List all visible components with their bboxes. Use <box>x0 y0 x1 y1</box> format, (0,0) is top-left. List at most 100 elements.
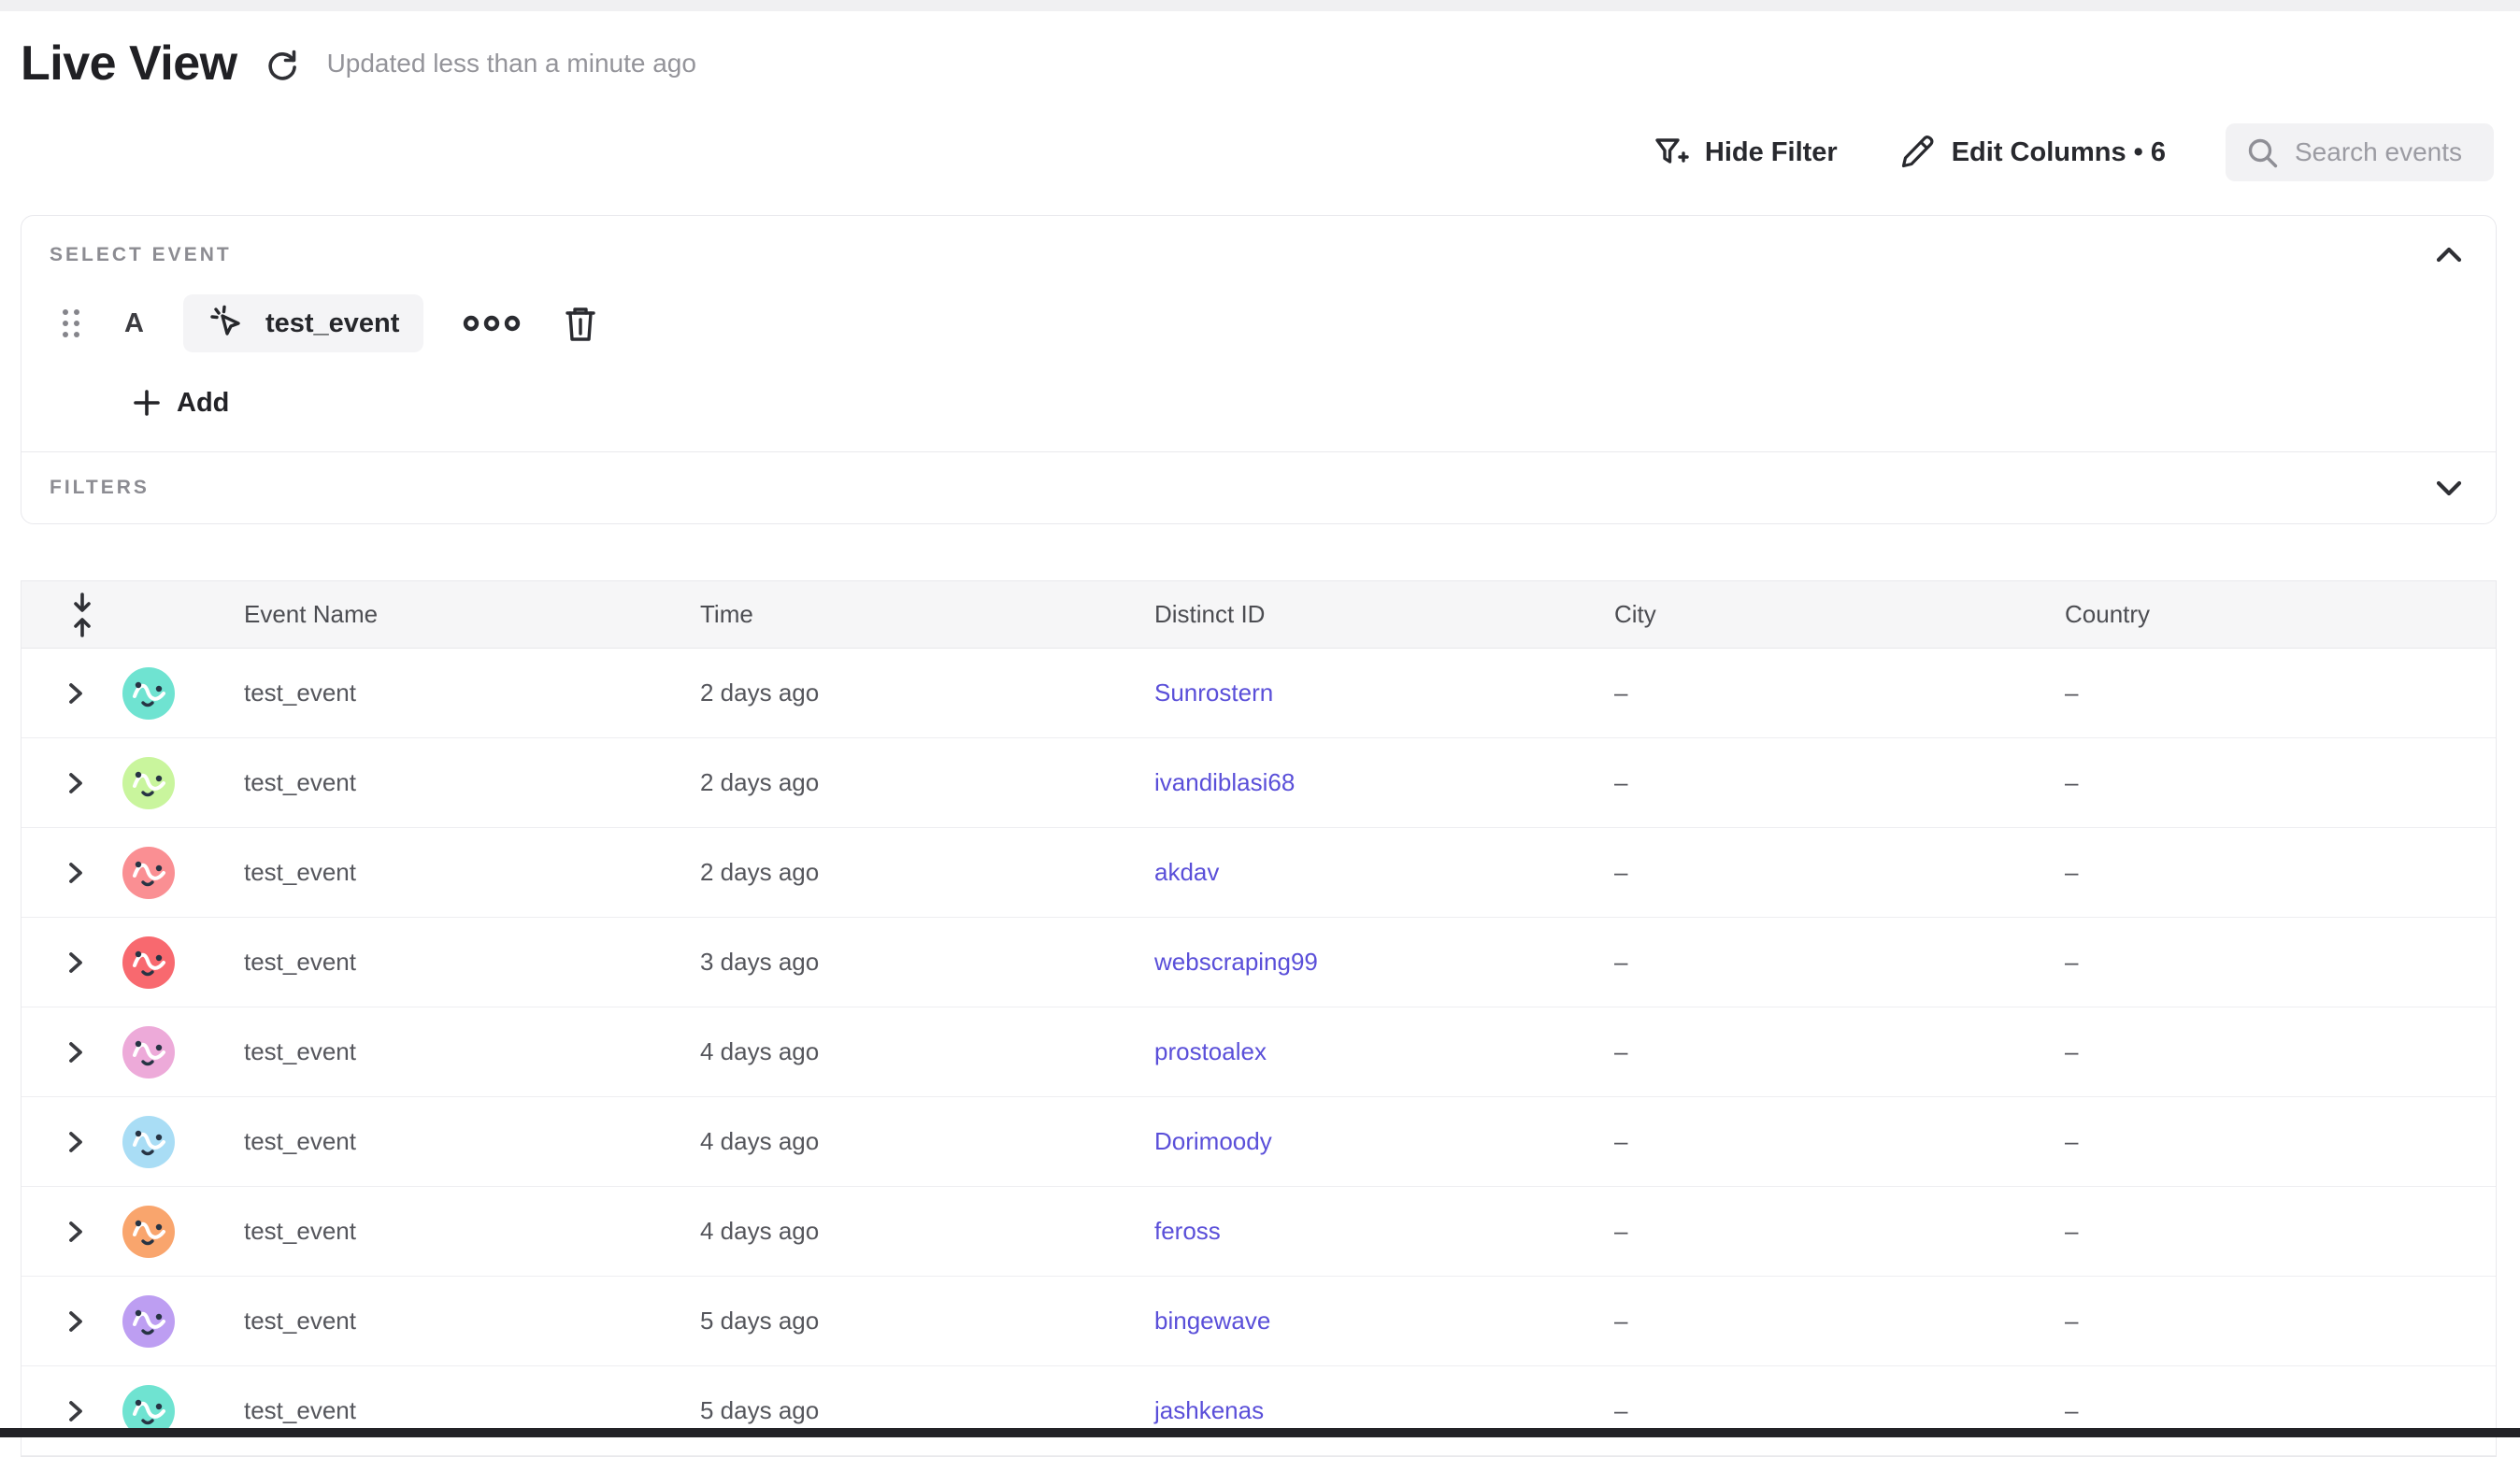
search-icon <box>2244 135 2280 170</box>
user-avatar <box>122 847 175 899</box>
table-row: test_event 5 days ago bingewave – – <box>21 1277 2496 1366</box>
user-avatar <box>122 1026 175 1078</box>
cell-time: 2 days ago <box>700 768 1154 797</box>
table-row: test_event 2 days ago akdav – – <box>21 828 2496 918</box>
cell-country: – <box>2065 679 2496 707</box>
cell-city: – <box>1614 1307 2065 1336</box>
refresh-icon <box>264 45 301 82</box>
expand-row-button[interactable] <box>64 856 87 890</box>
cell-country: – <box>2065 1396 2496 1425</box>
query-builder-card: SELECT EVENT A <box>21 215 2497 524</box>
distinct-id-link[interactable]: prostoalex <box>1154 1037 1267 1065</box>
cell-country: – <box>2065 948 2496 977</box>
cell-city: – <box>1614 858 2065 887</box>
table-row: test_event 2 days ago ivandiblasi68 – – <box>21 738 2496 828</box>
collapse-section-button[interactable] <box>2430 240 2468 270</box>
drag-handle[interactable] <box>63 309 79 337</box>
distinct-id-link[interactable]: ivandiblasi68 <box>1154 768 1295 796</box>
table-row: test_event 2 days ago Sunrostern – – <box>21 649 2496 738</box>
avatar-face-icon <box>122 667 175 720</box>
expand-filters-button[interactable] <box>2430 473 2468 503</box>
filters-label: FILTERS <box>50 477 150 499</box>
cell-event-name: test_event <box>244 858 700 887</box>
window-bottom-edge <box>0 1428 2520 1437</box>
table-row: test_event 3 days ago webscraping99 – – <box>21 918 2496 1007</box>
chevron-right-icon <box>64 1394 87 1428</box>
expand-row-button[interactable] <box>64 1036 87 1069</box>
cell-country: – <box>2065 1217 2496 1246</box>
cell-event-name: test_event <box>244 679 700 707</box>
distinct-id-link[interactable]: feross <box>1154 1217 1221 1245</box>
cell-time: 5 days ago <box>700 1396 1154 1425</box>
cell-time: 2 days ago <box>700 679 1154 707</box>
chevron-right-icon <box>64 766 87 800</box>
cell-city: – <box>1614 1396 2065 1425</box>
distinct-id-link[interactable]: jashkenas <box>1154 1396 1264 1424</box>
user-avatar <box>122 1295 175 1348</box>
event-letter: A <box>124 308 144 339</box>
search-input[interactable] <box>2295 137 2482 167</box>
search-box[interactable] <box>2226 123 2494 181</box>
user-avatar <box>122 757 175 809</box>
cell-country: – <box>2065 1037 2496 1066</box>
event-query-row: A test_event <box>50 294 2468 352</box>
avatar-face-icon <box>122 1026 175 1078</box>
avatar-face-icon <box>122 936 175 989</box>
delete-event-button[interactable] <box>562 303 599 344</box>
cell-city: – <box>1614 1217 2065 1246</box>
page-title: Live View <box>21 36 237 92</box>
table-row: test_event 4 days ago Dorimoody – – <box>21 1097 2496 1187</box>
plus-icon <box>132 388 162 418</box>
expand-row-button[interactable] <box>64 1215 87 1249</box>
cell-time: 5 days ago <box>700 1307 1154 1336</box>
distinct-id-link[interactable]: Dorimoody <box>1154 1127 1272 1155</box>
distinct-id-link[interactable]: akdav <box>1154 858 1219 886</box>
column-header-country: Country <box>2065 600 2496 629</box>
page-header: Live View Updated less than a minute ago… <box>0 36 2520 181</box>
events-table: Event Name Time Distinct ID City Country <box>21 580 2497 1457</box>
hide-filter-button[interactable]: Hide Filter <box>1651 133 1838 172</box>
expand-row-button[interactable] <box>64 766 87 800</box>
distinct-id-link[interactable]: webscraping99 <box>1154 948 1318 976</box>
distinct-id-link[interactable]: Sunrostern <box>1154 679 1273 707</box>
expand-row-button[interactable] <box>64 677 87 710</box>
filter-plus-icon <box>1651 133 1690 172</box>
cell-event-name: test_event <box>244 1217 700 1246</box>
select-event-section: SELECT EVENT A <box>21 216 2496 451</box>
more-options-button[interactable] <box>461 313 523 334</box>
expand-row-button[interactable] <box>64 1125 87 1159</box>
table-header: Event Name Time Distinct ID City Country <box>21 581 2496 649</box>
column-header-time: Time <box>700 600 1154 629</box>
trash-icon <box>562 303 599 344</box>
avatar-face-icon <box>122 1116 175 1168</box>
user-avatar <box>122 667 175 720</box>
cell-country: – <box>2065 768 2496 797</box>
distinct-id-link[interactable]: bingewave <box>1154 1307 1270 1335</box>
cell-event-name: test_event <box>244 1396 700 1425</box>
cell-city: – <box>1614 1037 2065 1066</box>
cursor-click-icon <box>208 303 249 344</box>
user-avatar <box>122 936 175 989</box>
expand-row-button[interactable] <box>64 1394 87 1428</box>
refresh-button[interactable] <box>262 43 303 84</box>
cell-event-name: test_event <box>244 948 700 977</box>
column-header-distinct-id: Distinct ID <box>1154 600 1614 629</box>
expand-row-button[interactable] <box>64 1305 87 1338</box>
cell-time: 4 days ago <box>700 1217 1154 1246</box>
chevron-right-icon <box>64 1305 87 1338</box>
event-select-button[interactable]: test_event <box>183 294 423 352</box>
chevron-down-icon <box>2433 478 2465 498</box>
edit-columns-label: Edit Columns • 6 <box>1952 137 2166 168</box>
table-row: test_event 4 days ago prostoalex – – <box>21 1007 2496 1097</box>
select-event-label: SELECT EVENT <box>50 244 232 266</box>
collapse-all-rows-button[interactable] <box>68 591 96 639</box>
avatar-face-icon <box>122 847 175 899</box>
cell-country: – <box>2065 858 2496 887</box>
expand-row-button[interactable] <box>64 946 87 979</box>
collapse-arrows-icon <box>68 591 96 639</box>
add-event-button[interactable]: Add <box>132 380 229 425</box>
hide-filter-label: Hide Filter <box>1705 137 1838 168</box>
edit-columns-button[interactable]: Edit Columns • 6 <box>1897 133 2166 172</box>
cell-city: – <box>1614 1127 2065 1156</box>
cell-country: – <box>2065 1127 2496 1156</box>
